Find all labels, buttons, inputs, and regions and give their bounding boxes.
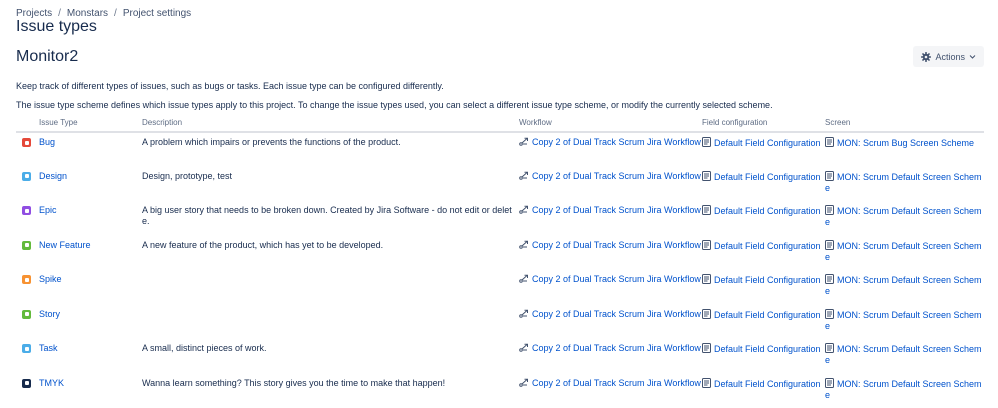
field-configuration-icon (702, 137, 711, 147)
field-configuration-link[interactable]: Default Field Configuration (702, 137, 825, 149)
screen-scheme-link[interactable]: MON: Scrum Default Screen Scheme (825, 343, 984, 366)
table-row: Story Copy 2 of Dual Track Scrum Jira Wor… (16, 305, 984, 340)
workflow-link[interactable]: Copy 2 of Dual Track Scrum Jira Workflow (519, 171, 702, 182)
field-configuration-link[interactable]: Default Field Configuration (702, 309, 825, 321)
column-header-screen: Screen (825, 114, 984, 132)
issue-type-link[interactable]: Spike (39, 274, 62, 284)
screen-scheme-link[interactable]: MON: Scrum Default Screen Scheme (825, 171, 984, 194)
screen-scheme-link[interactable]: MON: Scrum Default Screen Scheme (825, 274, 984, 297)
breadcrumb-project-settings[interactable]: Project settings (123, 8, 191, 19)
screen-icon (825, 205, 834, 215)
table-row: Epic A big user story that needs to be br… (16, 201, 984, 236)
screen-icon (825, 171, 834, 181)
table-row: New Feature A new feature of the product,… (16, 236, 984, 271)
issue-type-link[interactable]: TMYK (39, 378, 64, 388)
field-configuration-icon (702, 309, 711, 319)
field-configuration-icon (702, 240, 711, 250)
tmyk-icon (22, 379, 31, 388)
workflow-link[interactable]: Copy 2 of Dual Track Scrum Jira Workflow (519, 309, 702, 320)
field-configuration-icon (702, 274, 711, 284)
gear-icon (921, 52, 931, 62)
screen-scheme-link[interactable]: MON: Scrum Default Screen Scheme (825, 309, 984, 332)
workflow-link[interactable]: Copy 2 of Dual Track Scrum Jira Workflow (519, 343, 702, 354)
screen-icon (825, 378, 834, 388)
screen-icon (825, 274, 834, 284)
column-header-issue-type: Issue Type (39, 114, 142, 132)
issue-type-description: A small, distinct pieces of work. (142, 343, 519, 354)
issue-type-link[interactable]: Design (39, 171, 67, 181)
page-title: Issue types (16, 18, 97, 36)
screen-scheme-link[interactable]: MON: Scrum Default Screen Scheme (825, 205, 984, 228)
scheme-description: The issue type scheme defines which issu… (16, 100, 773, 110)
field-configuration-icon (702, 343, 711, 353)
task-icon (22, 344, 31, 353)
workflow-link[interactable]: Copy 2 of Dual Track Scrum Jira Workflow (519, 240, 702, 251)
issue-type-link[interactable]: Story (39, 309, 60, 319)
issue-type-link[interactable]: Epic (39, 205, 57, 215)
screen-scheme-link[interactable]: MON: Scrum Bug Screen Scheme (825, 137, 984, 149)
workflow-link[interactable]: Copy 2 of Dual Track Scrum Jira Workflow (519, 137, 702, 148)
workflow-icon (519, 205, 529, 214)
table-row: Spike Copy 2 of Dual Track Scrum Jira Wor… (16, 270, 984, 305)
story-icon (22, 310, 31, 319)
actions-label: Actions (935, 52, 965, 62)
issue-type-description: Design, prototype, test (142, 171, 519, 182)
page-description: Keep track of different types of issues,… (16, 81, 444, 91)
issue-type-description: A problem which impairs or prevents the … (142, 137, 519, 148)
workflow-icon (519, 137, 529, 146)
epic-icon (22, 206, 31, 215)
issue-types-table: Issue Type Description Workflow Field co… (16, 114, 984, 408)
field-configuration-link[interactable]: Default Field Configuration (702, 378, 825, 390)
workflow-icon (519, 274, 529, 283)
issue-type-description: A big user story that needs to be broken… (142, 205, 519, 227)
screen-icon (825, 309, 834, 319)
workflow-link[interactable]: Copy 2 of Dual Track Scrum Jira Workflow (519, 274, 702, 285)
workflow-icon (519, 171, 529, 180)
field-configuration-link[interactable]: Default Field Configuration (702, 274, 825, 286)
screen-scheme-link[interactable]: MON: Scrum Default Screen Scheme (825, 378, 984, 401)
table-row: Task A small, distinct pieces of work.Cop… (16, 339, 984, 374)
issue-type-link[interactable]: Task (39, 343, 58, 353)
issue-type-description: Wanna learn something? This story gives … (142, 378, 519, 389)
screen-scheme-link[interactable]: MON: Scrum Default Screen Scheme (825, 240, 984, 263)
screen-icon (825, 137, 834, 147)
table-row: Bug A problem which impairs or prevents t… (16, 132, 984, 167)
screen-icon (825, 343, 834, 353)
field-configuration-link[interactable]: Default Field Configuration (702, 171, 825, 183)
field-configuration-icon (702, 171, 711, 181)
field-configuration-link[interactable]: Default Field Configuration (702, 240, 825, 252)
field-configuration-link[interactable]: Default Field Configuration (702, 205, 825, 217)
table-row: Design Design, prototype, testCopy 2 of D… (16, 167, 984, 202)
field-configuration-icon (702, 205, 711, 215)
column-header-workflow: Workflow (519, 114, 702, 132)
column-header-field-configuration: Field configuration (702, 114, 825, 132)
workflow-icon (519, 343, 529, 352)
new-feature-icon (22, 241, 31, 250)
issue-type-link[interactable]: New Feature (39, 240, 91, 250)
workflow-icon (519, 240, 529, 249)
issue-type-description: A new feature of the product, which has … (142, 240, 519, 251)
spike-icon (22, 275, 31, 284)
design-icon (22, 172, 31, 181)
chevron-down-icon (969, 53, 976, 60)
workflow-icon (519, 378, 529, 387)
table-header-row: Issue Type Description Workflow Field co… (16, 114, 984, 132)
column-header-description: Description (142, 114, 519, 132)
bug-icon (22, 138, 31, 147)
issue-type-link[interactable]: Bug (39, 137, 55, 147)
workflow-link[interactable]: Copy 2 of Dual Track Scrum Jira Workflow (519, 205, 702, 216)
actions-button[interactable]: Actions (913, 46, 984, 67)
field-configuration-link[interactable]: Default Field Configuration (702, 343, 825, 355)
workflow-link[interactable]: Copy 2 of Dual Track Scrum Jira Workflow (519, 378, 702, 389)
project-name: Monitor2 (16, 48, 78, 66)
screen-icon (825, 240, 834, 250)
workflow-icon (519, 309, 529, 318)
field-configuration-icon (702, 378, 711, 388)
